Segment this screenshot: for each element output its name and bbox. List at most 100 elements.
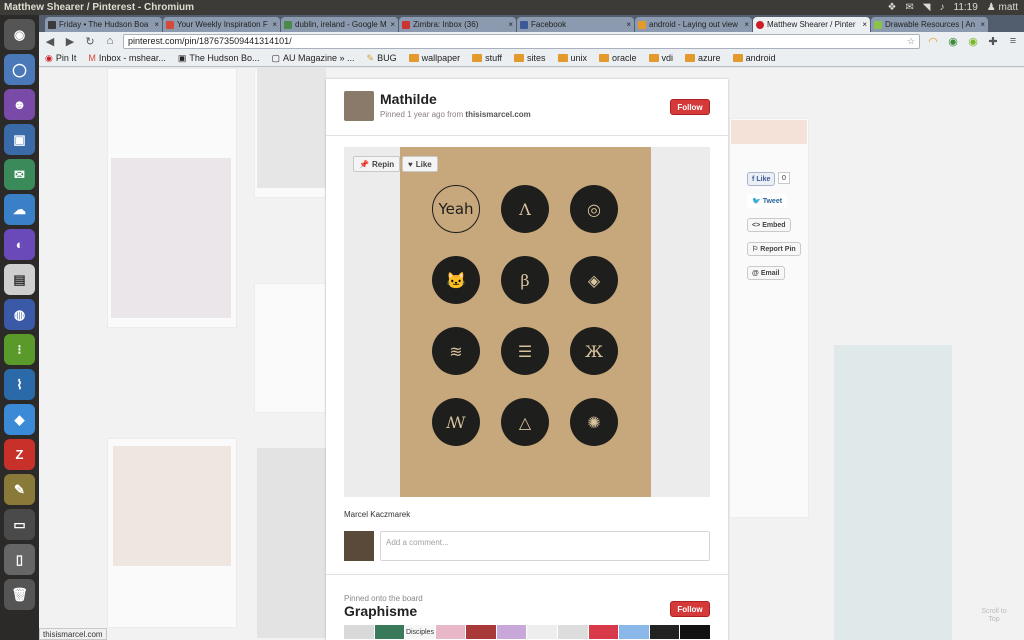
browser-tab[interactable]: Facebook × xyxy=(517,17,634,32)
address-bar[interactable]: pinterest.com/pin/187673509441314101/ ☆ xyxy=(123,33,920,49)
pin-description: Marcel Kaczmarek xyxy=(344,510,411,519)
extension-icon[interactable]: ◉ xyxy=(946,35,960,48)
board-thumbnails[interactable]: Disciples xyxy=(344,625,710,639)
like-button[interactable]: ♥ Like xyxy=(402,156,438,172)
browser-tab[interactable]: Friday • The Hudson Boa × xyxy=(45,17,162,32)
bookmark-item[interactable]: ▢ AU Magazine » ... xyxy=(271,53,354,64)
close-tab-icon[interactable]: × xyxy=(508,20,513,29)
virtualbox-launcher-icon[interactable]: ▣ xyxy=(4,124,35,155)
follow-user-button[interactable]: Follow xyxy=(670,99,710,115)
browser-tab[interactable]: Your Weekly Inspiration F × xyxy=(163,17,280,32)
close-tab-icon[interactable]: × xyxy=(980,20,985,29)
sound-icon[interactable]: ♪ xyxy=(940,2,945,13)
board-thumb[interactable] xyxy=(680,625,710,639)
menu-icon[interactable]: ≡ xyxy=(1006,35,1020,47)
close-tab-icon[interactable]: × xyxy=(744,20,749,29)
folder-icon xyxy=(557,54,568,62)
board-thumb[interactable] xyxy=(374,625,405,639)
reload-icon[interactable]: ↻ xyxy=(83,35,97,48)
cloud-launcher-icon[interactable]: ☁ xyxy=(4,194,35,225)
calculator-launcher-icon[interactable]: ⁝ xyxy=(4,334,35,365)
bookmark-folder[interactable]: oracle xyxy=(599,53,637,63)
network-icon[interactable]: ◥ xyxy=(923,2,931,13)
close-tab-icon[interactable]: × xyxy=(390,20,395,29)
back-icon[interactable]: ◀ xyxy=(43,35,57,48)
board-thumb[interactable] xyxy=(344,625,374,639)
filezilla-launcher-icon[interactable]: Z xyxy=(4,439,35,470)
sphere-launcher-icon[interactable]: ◍ xyxy=(4,299,35,330)
close-tab-icon[interactable]: × xyxy=(154,20,159,29)
browser-tab[interactable]: dublin, ireland - Google M × xyxy=(281,17,398,32)
bookmark-folder[interactable]: wallpaper xyxy=(408,53,460,63)
like-label: Like xyxy=(415,159,432,169)
terminal-launcher-icon[interactable]: ▭ xyxy=(4,509,35,540)
board-thumb[interactable] xyxy=(558,625,588,639)
pin-image-area[interactable]: Yeah Λ ◎ 🐱 β ◈ ≋ ☰ Ж ꟿ △ ✺ 📌 Repin ♥ Like xyxy=(344,147,710,497)
board-thumb[interactable] xyxy=(496,625,527,639)
puzzle-icon[interactable]: ✚ xyxy=(986,35,1000,48)
email-button[interactable]: @ Email xyxy=(747,266,785,280)
board-name[interactable]: Graphisme xyxy=(344,603,417,619)
bookmark-label: The Hudson Bo... xyxy=(189,53,260,63)
embed-button[interactable]: <> Embed xyxy=(747,218,791,232)
close-tab-icon[interactable]: × xyxy=(272,20,277,29)
folder-icon xyxy=(732,54,743,62)
board-thumb[interactable] xyxy=(527,625,558,639)
background-pin-image xyxy=(731,120,807,144)
clock[interactable]: 11:19 xyxy=(954,2,978,13)
browser-tab-active[interactable]: Matthew Shearer / Pinter × xyxy=(753,17,870,32)
workspaces-launcher-icon[interactable]: ◆ xyxy=(4,404,35,435)
bookmark-item[interactable]: ▣ The Hudson Bo... xyxy=(178,53,260,64)
bookmark-folder[interactable]: vdi xyxy=(648,53,673,63)
pinned-source-link[interactable]: thisismarcel.com xyxy=(465,110,530,119)
home-icon[interactable]: ⌂ xyxy=(103,35,117,47)
gimp-launcher-icon[interactable]: ✎ xyxy=(4,474,35,505)
scroll-to-top-link[interactable]: Scroll to Top xyxy=(979,608,1009,624)
browser-tab[interactable]: Zimbra: Inbox (36) × xyxy=(399,17,516,32)
bookmark-folder[interactable]: unix xyxy=(557,53,587,63)
bookmark-folder[interactable]: sites xyxy=(513,53,546,63)
thunderbird-launcher-icon[interactable]: ✉ xyxy=(4,159,35,190)
repin-button[interactable]: 📌 Repin xyxy=(353,156,401,172)
board-thumb[interactable] xyxy=(588,625,619,639)
bookmark-folder[interactable]: stuff xyxy=(472,53,502,63)
bookmark-item[interactable]: M Inbox - mshear... xyxy=(88,53,166,63)
comment-input[interactable]: Add a comment... xyxy=(380,531,710,561)
pinner-name[interactable]: Mathilde xyxy=(380,91,437,107)
extension-icon[interactable]: ◉ xyxy=(966,35,980,48)
chromium-launcher-icon[interactable]: ◯ xyxy=(4,54,35,85)
board-thumb[interactable] xyxy=(649,625,680,639)
pidgin-launcher-icon[interactable]: ☻ xyxy=(4,89,35,120)
close-tab-icon[interactable]: × xyxy=(626,20,631,29)
bookmark-item[interactable]: ◉ Pin It xyxy=(45,53,76,64)
dropbox-icon[interactable]: ❖ xyxy=(887,2,896,13)
poster-mark: ◎ xyxy=(570,185,618,233)
dash-home-icon[interactable]: ◉ xyxy=(4,19,35,50)
mail-icon[interactable]: ✉ xyxy=(905,2,913,13)
browser-tab[interactable]: android - Laying out view × xyxy=(635,17,752,32)
pinner-avatar[interactable] xyxy=(344,91,374,121)
browser-tab[interactable]: Drawable Resources | An × xyxy=(871,17,988,32)
board-thumb[interactable] xyxy=(435,625,466,639)
trash-icon[interactable]: 🗑 xyxy=(4,579,35,610)
pin-image[interactable]: Yeah Λ ◎ 🐱 β ◈ ≋ ☰ Ж ꟿ △ ✺ xyxy=(400,147,651,497)
bookmark-folder[interactable]: azure xyxy=(685,53,721,63)
eclipse-launcher-icon[interactable]: ◐ xyxy=(4,229,35,260)
board-thumb[interactable] xyxy=(619,625,649,639)
bookmark-item[interactable]: ✎ BUG xyxy=(367,53,397,64)
bookmark-star-icon[interactable]: ☆ xyxy=(907,36,915,47)
device-launcher-icon[interactable]: ▯ xyxy=(4,544,35,575)
tweet-button[interactable]: 🐦 Tweet xyxy=(747,194,788,208)
system-monitor-launcher-icon[interactable]: ⌇ xyxy=(4,369,35,400)
bookmark-folder[interactable]: android xyxy=(732,53,776,63)
board-thumb[interactable]: Disciples xyxy=(405,625,435,639)
forward-icon[interactable]: ▶ xyxy=(63,35,77,48)
follow-board-button[interactable]: Follow xyxy=(670,601,710,617)
facebook-like-button[interactable]: f Like xyxy=(747,172,776,186)
close-tab-icon[interactable]: × xyxy=(862,20,867,29)
user-menu[interactable]: ♟ matt xyxy=(987,2,1018,13)
board-thumb[interactable] xyxy=(466,625,496,639)
report-pin-button[interactable]: ⚐ Report Pin xyxy=(747,242,801,256)
extension-icon[interactable]: ◠ xyxy=(926,35,940,48)
drive-launcher-icon[interactable]: ▤ xyxy=(4,264,35,295)
